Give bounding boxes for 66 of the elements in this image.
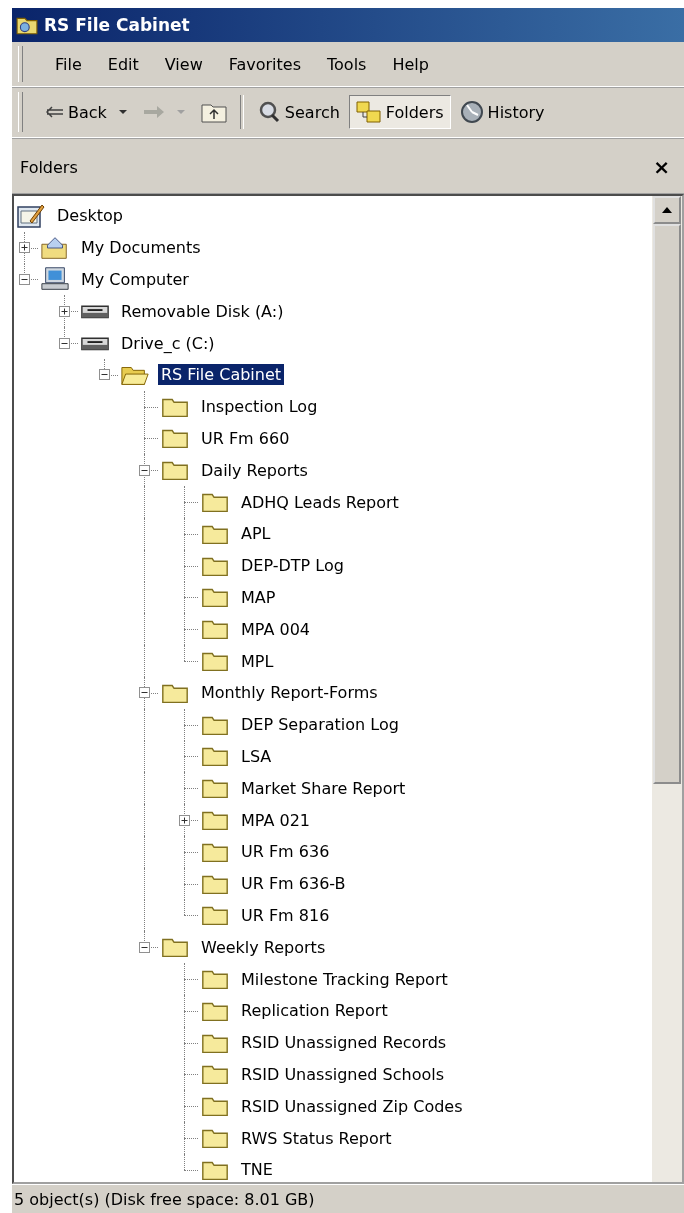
folder-label[interactable]: UR Fm 636-B bbox=[238, 873, 349, 895]
folder-label[interactable]: RSID Unassigned Zip Codes bbox=[238, 1095, 466, 1117]
folder-label[interactable]: Monthly Report-Forms bbox=[198, 682, 381, 704]
left-arrow-icon bbox=[46, 106, 64, 118]
folder-with-house-icon bbox=[40, 234, 70, 261]
folder-label[interactable]: Milestone Tracking Report bbox=[238, 968, 451, 990]
folder-label[interactable]: Weekly Reports bbox=[198, 936, 329, 958]
folder-label[interactable]: RSID Unassigned Records bbox=[238, 1032, 450, 1054]
expander-icon[interactable] bbox=[179, 814, 190, 826]
folder-label[interactable]: My Computer bbox=[78, 269, 192, 290]
desktop-icon bbox=[16, 202, 46, 229]
folder-label[interactable]: MPA 021 bbox=[238, 809, 313, 831]
expander-icon[interactable] bbox=[19, 242, 30, 254]
expander-icon[interactable] bbox=[59, 337, 70, 349]
folder-label[interactable]: UR Fm 660 bbox=[198, 427, 293, 449]
up-folder-icon bbox=[200, 101, 227, 123]
history-icon bbox=[459, 100, 484, 124]
menu-item[interactable]: Favorites bbox=[220, 50, 309, 78]
folder-label[interactable]: MPL bbox=[238, 650, 277, 672]
folder-label[interactable]: UR Fm 636 bbox=[238, 841, 333, 863]
caret-icon bbox=[176, 110, 185, 114]
folder-label[interactable]: Market Share Report bbox=[238, 777, 409, 799]
menu-item[interactable]: File bbox=[47, 50, 90, 78]
menu-item[interactable]: Tools bbox=[319, 50, 375, 78]
folder-label[interactable]: Desktop bbox=[54, 205, 126, 227]
expander-icon[interactable] bbox=[139, 687, 150, 699]
folder-label[interactable]: MPA 004 bbox=[238, 618, 313, 640]
expander-icon[interactable] bbox=[59, 305, 70, 317]
folder-label[interactable]: LSA bbox=[238, 745, 275, 767]
caret-icon bbox=[118, 110, 127, 114]
folders-button[interactable]: Folders bbox=[348, 95, 451, 129]
menu-item[interactable]: Help bbox=[384, 50, 437, 78]
scroll-up-button[interactable] bbox=[653, 196, 681, 224]
folder-label[interactable]: RSID Unassigned Schools bbox=[238, 1063, 447, 1085]
menu-item[interactable]: View bbox=[156, 50, 211, 78]
expander-icon[interactable] bbox=[139, 464, 150, 476]
folder-label[interactable]: MAP bbox=[238, 586, 279, 608]
folder-label[interactable]: UR Fm 816 bbox=[238, 904, 333, 926]
folder-label[interactable]: My Documents bbox=[78, 237, 204, 259]
expander-icon[interactable] bbox=[99, 369, 110, 381]
scroll-thumb[interactable] bbox=[653, 224, 681, 784]
folder-label[interactable]: Daily Reports bbox=[198, 459, 311, 481]
window-title: RS File Cabinet bbox=[44, 15, 190, 35]
folder-icon bbox=[16, 15, 38, 35]
expander-icon[interactable] bbox=[19, 274, 30, 285]
status-bar: 5 object(s) (Disk free space: 8.01 GB) bbox=[12, 1184, 684, 1213]
folder-label[interactable]: RWS Status Report bbox=[238, 1127, 395, 1149]
close-button[interactable]: × bbox=[647, 155, 676, 179]
scrollbar[interactable] bbox=[652, 196, 682, 1182]
up-triangle-icon bbox=[662, 207, 672, 213]
folder-label[interactable]: Inspection Log bbox=[198, 396, 321, 418]
folder-label[interactable]: DEP Separation Log bbox=[238, 714, 402, 736]
folder-label[interactable]: RS File Cabinet bbox=[158, 364, 285, 386]
folder-label[interactable]: ADHQ Leads Report bbox=[238, 491, 402, 513]
folder-label[interactable]: Removable Disk (A:) bbox=[118, 300, 287, 322]
folders-icon bbox=[355, 100, 382, 124]
folder-label[interactable]: Replication Report bbox=[238, 1000, 391, 1022]
folder-label[interactable]: DEP-DTP Log bbox=[238, 555, 347, 577]
computer-icon bbox=[40, 266, 70, 293]
right-arrow-icon bbox=[142, 105, 165, 119]
menu-item[interactable]: Edit bbox=[99, 50, 147, 78]
folder-label[interactable]: Drive_c (C:) bbox=[118, 332, 218, 354]
folder-label[interactable]: TNE bbox=[238, 1159, 276, 1181]
expander-icon[interactable] bbox=[139, 941, 150, 953]
pane-title: Folders bbox=[20, 157, 78, 177]
folder-label[interactable]: APL bbox=[238, 523, 274, 545]
